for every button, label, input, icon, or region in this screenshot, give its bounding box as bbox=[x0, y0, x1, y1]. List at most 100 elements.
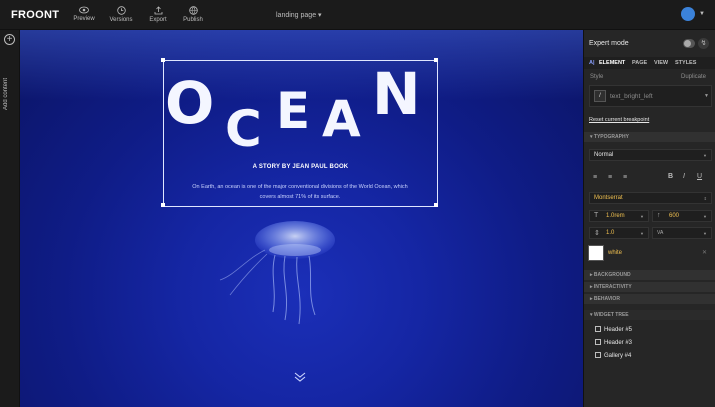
design-canvas[interactable]: O C E A N A STORY BY JEAN PAUL BOOK On E… bbox=[20, 30, 583, 407]
avatar-menu-chevron-down-icon[interactable]: ▼ bbox=[699, 11, 705, 17]
font-weight-icon: ↑ bbox=[657, 212, 661, 219]
chevron-down-icon: ▾ bbox=[318, 12, 322, 19]
widget-frame-icon bbox=[595, 326, 601, 332]
line-height-icon: ⇕ bbox=[594, 230, 600, 237]
jellyfish-image bbox=[219, 221, 335, 325]
hero-body-line-2: covers almost 71% of its surface. bbox=[259, 194, 341, 200]
publish-button[interactable]: Publish bbox=[176, 6, 210, 23]
tab-element[interactable]: ELEMENT bbox=[599, 60, 625, 66]
chevron-down-icon: ▼ bbox=[640, 231, 644, 236]
reset-breakpoint-link[interactable]: Reset current breakpoint bbox=[589, 117, 649, 123]
widget-tree-label: Gallery #4 bbox=[604, 353, 632, 359]
avatar[interactable] bbox=[681, 7, 695, 21]
chevron-down-icon: ▼ bbox=[703, 153, 707, 158]
widget-frame-icon bbox=[595, 339, 601, 345]
font-weight-field[interactable]: ↑ 600 ▼ bbox=[652, 210, 712, 222]
export-icon bbox=[154, 6, 162, 15]
element-tab-icon: A| bbox=[589, 60, 595, 66]
font-family-select[interactable]: Montserrat ⇕ bbox=[589, 192, 712, 204]
typography-section-label: TYPOGRAPHY bbox=[593, 134, 629, 140]
versions-label: Versions bbox=[109, 17, 133, 23]
text-color-field[interactable]: white ✕ bbox=[588, 245, 712, 261]
top-toolbar: FROONT Preview Versions Export Publish l… bbox=[0, 0, 715, 30]
letter-spacing-icon: VA bbox=[657, 230, 664, 236]
align-left-icon[interactable]: ≡ bbox=[593, 174, 597, 181]
bold-icon[interactable]: B bbox=[668, 173, 673, 180]
hero-body-line-1: On Earth, an ocean is one of the major c… bbox=[192, 184, 408, 190]
duplicate-style-button[interactable]: Duplicate bbox=[681, 74, 706, 80]
chevron-down-icon: ▼ bbox=[640, 214, 644, 219]
resize-handle-bottom-right[interactable] bbox=[434, 203, 438, 207]
interactivity-section-header[interactable]: ▸ INTERACTIVITY bbox=[584, 282, 715, 292]
widget-tree-label: Header #3 bbox=[604, 340, 633, 346]
style-label: Style bbox=[590, 74, 604, 80]
font-size-icon: T bbox=[594, 212, 599, 219]
versions-button[interactable]: Versions bbox=[104, 6, 138, 23]
hero-title-letter-e: E bbox=[276, 82, 311, 140]
color-swatch[interactable] bbox=[588, 245, 604, 261]
font-weight-value: 600 bbox=[669, 213, 680, 219]
resize-handle-top-right[interactable] bbox=[434, 58, 438, 62]
hero-title-letter-o: O bbox=[165, 69, 215, 137]
font-size-field[interactable]: T 1.0rem ▼ bbox=[589, 210, 649, 222]
widget-tree-section-header[interactable]: ▾ WIDGET TREE bbox=[584, 310, 715, 320]
preview-button[interactable]: Preview bbox=[67, 6, 101, 22]
tab-view[interactable]: VIEW bbox=[654, 60, 668, 66]
italic-icon[interactable]: I bbox=[683, 173, 685, 180]
tab-styles[interactable]: STYLES bbox=[675, 60, 696, 66]
interactivity-section-label: INTERACTIVITY bbox=[593, 284, 632, 290]
page-selector[interactable]: landing page ▾ bbox=[276, 11, 322, 19]
panel-tabs: A| ELEMENT PAGE VIEW STYLES bbox=[584, 57, 715, 69]
expert-mode-label: Expert mode bbox=[589, 40, 629, 47]
behavior-section-label: BEHAVIOR bbox=[593, 296, 620, 302]
widget-tree-item[interactable]: Header #3 bbox=[595, 339, 632, 346]
font-family-value: Montserrat bbox=[594, 195, 623, 201]
widget-frame-icon bbox=[595, 352, 601, 358]
app-logo: FROONT bbox=[11, 9, 60, 21]
hero-body-text: On Earth, an ocean is one of the major c… bbox=[180, 182, 420, 202]
color-name: white bbox=[608, 250, 623, 256]
history-icon bbox=[116, 6, 126, 15]
hero-title-letter-n: N bbox=[372, 60, 421, 128]
publish-label: Publish bbox=[183, 17, 203, 23]
resize-handle-bottom-left[interactable] bbox=[161, 203, 165, 207]
resize-handle-top-left[interactable] bbox=[161, 58, 165, 62]
hero-title-letter-a: A bbox=[322, 90, 361, 148]
tab-page[interactable]: PAGE bbox=[632, 60, 647, 66]
background-section-label: BACKGROUND bbox=[593, 272, 631, 278]
chevron-updown-icon: ⇕ bbox=[703, 196, 707, 201]
widget-tree-item[interactable]: Header #5 bbox=[595, 326, 632, 333]
style-select[interactable]: / text_bright_left ▼ bbox=[589, 85, 712, 107]
align-center-icon[interactable]: ≡ bbox=[608, 174, 612, 181]
export-label: Export bbox=[149, 17, 167, 23]
widget-tree-label: Header #5 bbox=[604, 327, 633, 333]
lightning-icon[interactable]: ↯ bbox=[698, 38, 709, 49]
underline-icon[interactable]: U bbox=[697, 173, 702, 180]
background-section-header[interactable]: ▸ BACKGROUND bbox=[584, 270, 715, 280]
add-content-button[interactable]: Add content bbox=[3, 50, 17, 110]
style-select-value: text_bright_left bbox=[610, 93, 653, 100]
line-height-field[interactable]: ⇕ 1.0 ▼ bbox=[589, 227, 649, 239]
scroll-down-chevron-icon[interactable] bbox=[293, 371, 307, 383]
letter-spacing-field[interactable]: VA ▼ bbox=[652, 227, 712, 239]
text-style-select[interactable]: Normal ▼ bbox=[589, 149, 712, 161]
export-button[interactable]: Export bbox=[141, 6, 175, 23]
chevron-down-icon: ▼ bbox=[703, 214, 707, 219]
typography-section-header[interactable]: ▾ TYPOGRAPHY bbox=[584, 132, 715, 142]
preview-label: Preview bbox=[73, 16, 95, 22]
text-style-icon: / bbox=[594, 90, 606, 102]
widget-tree-item[interactable]: Gallery #4 bbox=[595, 352, 631, 359]
text-style-value: Normal bbox=[594, 152, 614, 158]
font-size-value: 1.0rem bbox=[606, 213, 625, 219]
close-icon[interactable]: ✕ bbox=[702, 249, 707, 256]
page-selector-label: landing page bbox=[276, 12, 317, 19]
line-height-value: 1.0 bbox=[606, 230, 615, 236]
properties-panel: Expert mode ↯ A| ELEMENT PAGE VIEW STYLE… bbox=[583, 30, 715, 407]
publish-icon bbox=[188, 6, 198, 15]
chevron-down-icon: ▼ bbox=[703, 231, 707, 236]
add-content-plus-icon[interactable]: + bbox=[4, 34, 15, 45]
behavior-section-header[interactable]: ▸ BEHAVIOR bbox=[584, 294, 715, 304]
expert-mode-toggle[interactable] bbox=[683, 39, 695, 48]
align-justify-icon[interactable]: ≡ bbox=[623, 174, 627, 181]
eye-icon bbox=[79, 6, 89, 14]
